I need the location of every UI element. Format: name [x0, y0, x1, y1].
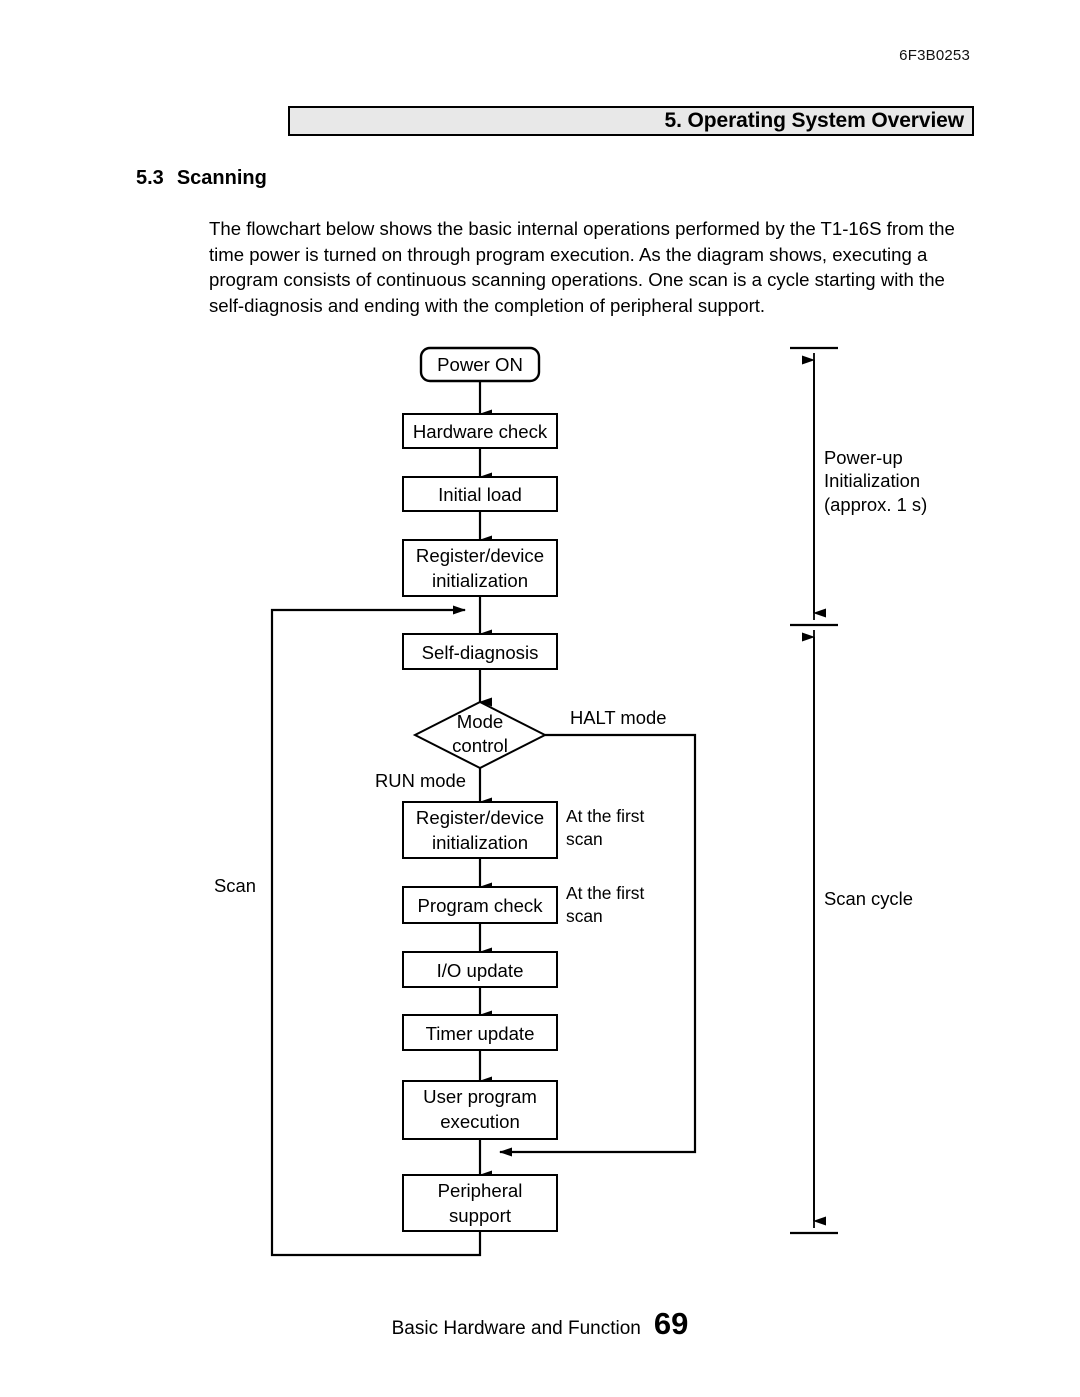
node-program-check-label: Program check: [417, 895, 543, 916]
node-register-device-initialization-2-label-line1: Register/device: [416, 807, 544, 828]
node-register-device-initialization-1-label-line2: initialization: [432, 570, 528, 591]
node-self-diagnosis-label: Self-diagnosis: [422, 642, 539, 663]
annotation-at-first-scan-1-line2: scan: [566, 829, 603, 849]
footer-title: Basic Hardware and Function: [391, 1318, 641, 1339]
edge-label-halt-mode: HALT mode: [570, 707, 666, 728]
node-user-program-execution-label-line1: User program: [423, 1086, 537, 1107]
node-hardware-check-label: Hardware check: [413, 421, 548, 442]
node-mode-control-label-line1: Mode: [457, 711, 504, 732]
scanning-flowchart: Power ON Hardware check Initial load Reg…: [0, 0, 1080, 1397]
annotation-powerup-line2: Initialization: [824, 470, 920, 491]
node-peripheral-support-label-line2: support: [449, 1205, 512, 1226]
footer-page-number: 69: [653, 1306, 689, 1341]
annotation-at-first-scan-1-line1: At the first: [566, 806, 644, 826]
node-peripheral-support-label-line1: Peripheral: [438, 1180, 523, 1201]
annotation-scan-cycle: Scan cycle: [824, 888, 913, 909]
node-io-update-label: I/O update: [437, 960, 524, 981]
node-register-device-initialization-1-label-line1: Register/device: [416, 545, 544, 566]
edge-scan-loop: [270, 605, 482, 1257]
annotation-powerup-line1: Power-up: [824, 447, 903, 468]
page-footer: Basic Hardware and Function 69: [0, 1306, 1080, 1342]
annotation-at-first-scan-2-line1: At the first: [566, 883, 644, 903]
node-register-device-initialization-2-label-line2: initialization: [432, 832, 528, 853]
node-user-program-execution-label-line2: execution: [440, 1111, 520, 1132]
annotation-at-first-scan-2-line2: scan: [566, 906, 603, 926]
node-timer-update-label: Timer update: [426, 1023, 535, 1044]
edge-label-run-mode: RUN mode: [375, 770, 466, 791]
node-initial-load-label: Initial load: [438, 484, 522, 505]
annotation-powerup-line3: (approx. 1 s): [824, 494, 927, 515]
node-mode-control-label-line2: control: [452, 735, 508, 756]
edge-label-scan-loop: Scan: [214, 875, 256, 896]
node-power-on-label: Power ON: [437, 354, 523, 375]
